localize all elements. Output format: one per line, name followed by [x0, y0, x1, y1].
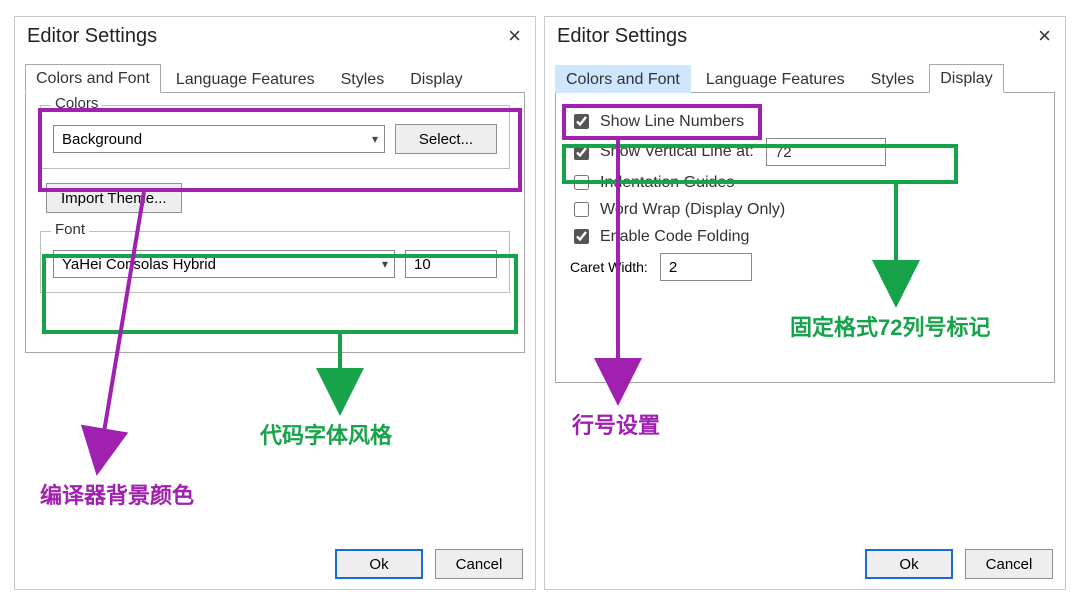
indentation-guides-checkbox[interactable] — [574, 175, 589, 190]
tab-display[interactable]: Display — [399, 65, 473, 93]
tab-strip: Colors and Font Language Features Styles… — [555, 61, 1055, 93]
code-folding-label: Enable Code Folding — [600, 228, 749, 246]
caret-width-row: Caret Width: 2 — [570, 253, 1040, 281]
cancel-button[interactable]: Cancel — [965, 549, 1053, 579]
title-bar: Editor Settings × — [545, 17, 1065, 55]
tab-content-colors-font: Colors Background ▾ Select... Import The… — [25, 93, 525, 353]
dialog-button-bar: Ok Cancel — [335, 549, 523, 579]
chevron-down-icon: ▾ — [372, 132, 378, 146]
ok-button[interactable]: Ok — [335, 549, 423, 579]
close-icon[interactable]: × — [504, 23, 525, 49]
tab-colors-and-font[interactable]: Colors and Font — [555, 65, 691, 93]
colors-legend: Colors — [51, 95, 102, 112]
close-icon[interactable]: × — [1034, 23, 1055, 49]
show-line-numbers-checkbox[interactable] — [574, 114, 589, 129]
colors-groupbox: Colors Background ▾ Select... — [40, 105, 510, 169]
show-line-numbers-label: Show Line Numbers — [600, 113, 744, 131]
vertical-line-value-input[interactable]: 72 — [766, 138, 886, 166]
tab-display[interactable]: Display — [929, 64, 1003, 93]
ok-button[interactable]: Ok — [865, 549, 953, 579]
window-title: Editor Settings — [557, 25, 687, 48]
show-vertical-line-label: Show Vertical Line at: — [600, 143, 754, 161]
font-legend: Font — [51, 221, 89, 238]
tab-content-display: Show Line Numbers Show Vertical Line at:… — [555, 93, 1055, 383]
editor-settings-dialog-right: Editor Settings × Colors and Font Langua… — [544, 16, 1066, 590]
tab-language-features[interactable]: Language Features — [695, 65, 856, 93]
colors-combo[interactable]: Background ▾ — [53, 125, 385, 153]
import-theme-button[interactable]: Import Theme... — [46, 183, 182, 213]
word-wrap-row: Word Wrap (Display Only) — [570, 199, 1040, 220]
chevron-down-icon: ▾ — [382, 257, 388, 271]
tab-styles[interactable]: Styles — [330, 65, 396, 93]
tab-strip: Colors and Font Language Features Styles… — [25, 61, 525, 93]
tab-colors-and-font[interactable]: Colors and Font — [25, 64, 161, 93]
font-size-input[interactable]: 10 — [405, 250, 497, 278]
cancel-button[interactable]: Cancel — [435, 549, 523, 579]
font-combo-value: YaHei Consolas Hybrid — [62, 256, 216, 273]
show-vertical-line-row: Show Vertical Line at: 72 — [570, 138, 1040, 166]
indentation-guides-label: Indentation Guides — [600, 174, 734, 192]
tab-styles[interactable]: Styles — [860, 65, 926, 93]
dialog-button-bar: Ok Cancel — [865, 549, 1053, 579]
code-folding-checkbox[interactable] — [574, 229, 589, 244]
code-folding-row: Enable Code Folding — [570, 226, 1040, 247]
caret-width-label: Caret Width: — [570, 259, 648, 275]
font-combo[interactable]: YaHei Consolas Hybrid ▾ — [53, 250, 395, 278]
word-wrap-label: Word Wrap (Display Only) — [600, 201, 785, 219]
font-groupbox: Font YaHei Consolas Hybrid ▾ 10 — [40, 231, 510, 293]
editor-settings-dialog-left: Editor Settings × Colors and Font Langua… — [14, 16, 536, 590]
colors-combo-value: Background — [62, 131, 142, 148]
title-bar: Editor Settings × — [15, 17, 535, 55]
caret-width-input[interactable]: 2 — [660, 253, 752, 281]
show-vertical-line-checkbox[interactable] — [574, 145, 589, 160]
word-wrap-checkbox[interactable] — [574, 202, 589, 217]
window-title: Editor Settings — [27, 25, 157, 48]
indentation-guides-row: Indentation Guides — [570, 172, 1040, 193]
select-color-button[interactable]: Select... — [395, 124, 497, 154]
tab-language-features[interactable]: Language Features — [165, 65, 326, 93]
show-line-numbers-row: Show Line Numbers — [570, 111, 1040, 132]
